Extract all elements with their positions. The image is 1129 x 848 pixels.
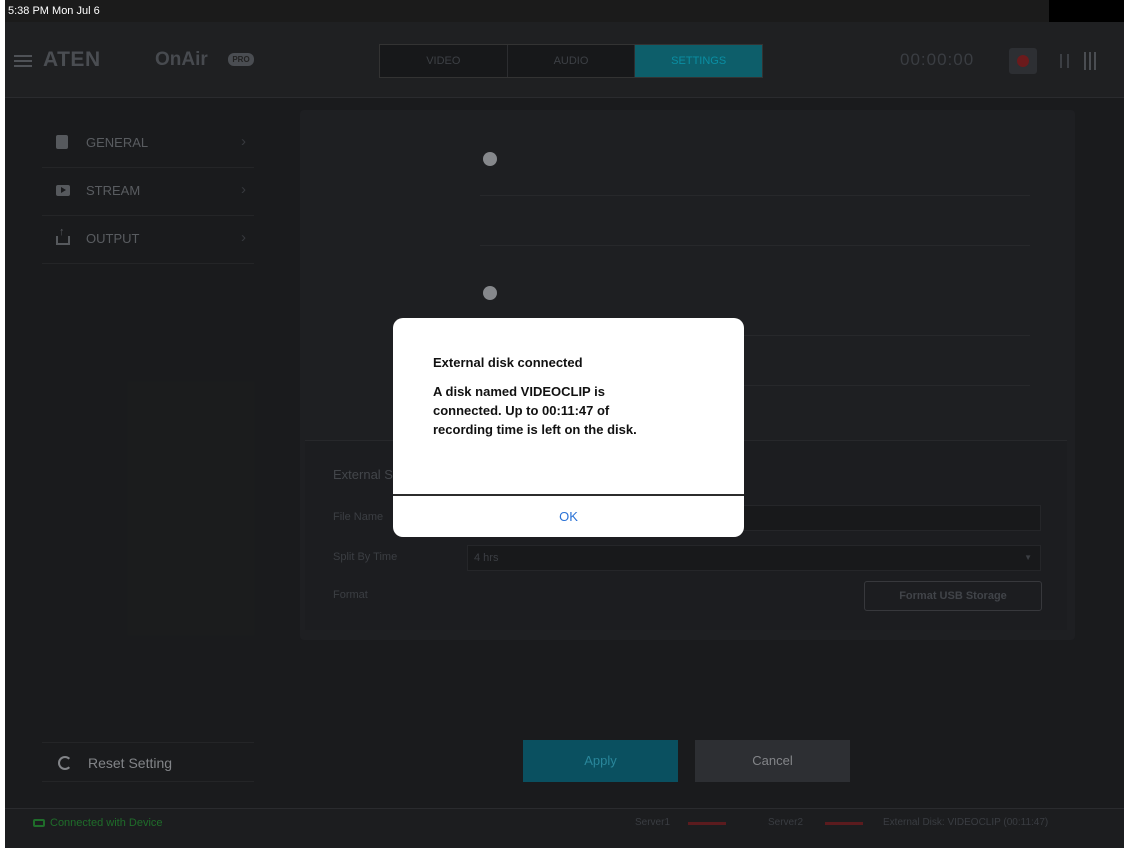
alert-title: External disk connected	[433, 355, 583, 370]
product-name: OnAir	[155, 49, 208, 70]
connection-label: Connected with Device	[50, 817, 163, 829]
audio-meter-icon[interactable]	[1084, 52, 1098, 70]
record-button[interactable]	[1009, 48, 1037, 74]
status-footer: Connected with Device Server1 Server2 Ex…	[5, 808, 1124, 838]
server1-label: Server1	[635, 817, 671, 828]
pro-badge: PRO	[228, 53, 254, 66]
ok-button[interactable]: OK	[393, 496, 744, 537]
connection-status: Connected with Device	[33, 817, 163, 829]
tab-video[interactable]: VIDEO	[380, 45, 508, 77]
tab-audio[interactable]: AUDIO	[508, 45, 636, 77]
status-date: Mon Jul 6	[52, 5, 100, 17]
ios-status-bar: 5:38 PM Mon Jul 6	[5, 0, 1124, 22]
status-bar-black-block	[1049, 0, 1124, 22]
tab-settings[interactable]: SETTINGS	[635, 45, 763, 77]
mode-tabs: VIDEO AUDIO SETTINGS	[379, 44, 763, 78]
app-header: ATEN OnAir PRO VIDEO AUDIO SETTINGS 00:0…	[5, 22, 1124, 98]
alert-message: A disk named VIDEOCLIP is connected. Up …	[433, 384, 637, 437]
record-icon	[1017, 55, 1029, 67]
external-disk-alert: External disk connected A disk named VID…	[393, 318, 744, 537]
pause-icon[interactable]	[1060, 54, 1070, 68]
connection-icon	[33, 819, 45, 828]
app-window: 5:38 PM Mon Jul 6 ATEN OnAir PRO VIDEO A…	[5, 0, 1124, 848]
status-time: 5:38 PM	[8, 5, 49, 17]
brand-logo: ATEN	[43, 48, 101, 71]
server2-status-bar	[825, 822, 863, 825]
external-disk-status: External Disk: VIDEOCLIP (00:11:47)	[883, 817, 1049, 828]
hamburger-menu-icon[interactable]	[14, 55, 32, 67]
recording-timer: 00:00:00	[900, 50, 975, 69]
server2-label: Server2	[768, 817, 804, 828]
server1-status-bar	[688, 822, 726, 825]
